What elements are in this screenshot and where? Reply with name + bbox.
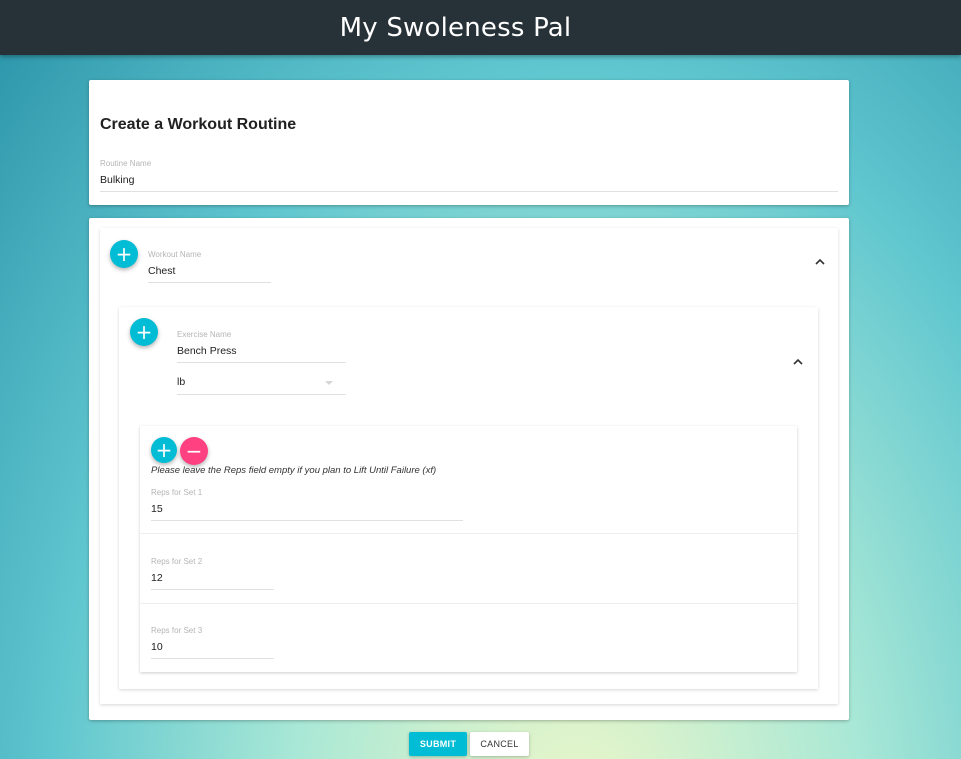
routine-name-field[interactable]: Routine Name Bulking [100, 159, 838, 192]
reps-set-1-field[interactable]: Reps for Set 1 15 [151, 488, 463, 521]
workout-name-label: Workout Name [148, 250, 202, 259]
workouts-card: + Workout Name Chest + Exercise Name Ben… [89, 218, 849, 720]
dropdown-caret-icon [325, 381, 333, 385]
reps-set-3-field[interactable]: Reps for Set 3 10 [151, 626, 274, 659]
reps-input[interactable]: 10 [151, 641, 274, 659]
plus-icon: + [115, 242, 133, 266]
exercise-name-label: Exercise Name [177, 330, 232, 339]
exercise-name-field[interactable]: Exercise Name Bench Press [177, 330, 346, 363]
reps-input[interactable]: 12 [151, 572, 274, 590]
set-row: Reps for Set 2 12 [140, 534, 797, 604]
routine-name-input[interactable]: Bulking [100, 174, 838, 192]
cancel-button[interactable]: CANCEL [470, 732, 529, 756]
exercise-panel: + Exercise Name Bench Press lb + − Pleas… [119, 307, 818, 689]
add-exercise-button[interactable]: + [110, 240, 138, 268]
page-title: Create a Workout Routine [100, 116, 297, 133]
routine-name-label: Routine Name [100, 159, 152, 168]
app-title: My Swoleness Pal [339, 12, 572, 43]
add-set-group-button[interactable]: + [130, 318, 158, 346]
chevron-up-icon[interactable] [791, 355, 805, 369]
workout-panel: + Workout Name Chest + Exercise Name Ben… [100, 228, 838, 704]
exercise-name-input[interactable]: Bench Press [177, 345, 346, 363]
set-row: Reps for Set 1 15 [140, 426, 797, 534]
submit-button[interactable]: SUBMIT [409, 732, 467, 756]
chevron-up-icon[interactable] [813, 255, 827, 269]
workout-name-field[interactable]: Workout Name Chest [148, 250, 271, 283]
unit-select[interactable]: lb [177, 376, 346, 395]
routine-card: Create a Workout Routine Routine Name Bu… [89, 80, 849, 205]
app-bar: My Swoleness Pal [0, 0, 961, 55]
workout-name-input[interactable]: Chest [148, 265, 271, 283]
reps-input[interactable]: 15 [151, 503, 463, 521]
unit-select-value: lb [177, 376, 186, 388]
sets-panel: + − Please leave the Reps field empty if… [140, 426, 797, 672]
reps-label: Reps for Set 1 [151, 488, 203, 497]
set-row: Reps for Set 3 10 [140, 604, 797, 672]
reps-set-2-field[interactable]: Reps for Set 2 12 [151, 557, 274, 590]
reps-label: Reps for Set 3 [151, 626, 203, 635]
reps-label: Reps for Set 2 [151, 557, 203, 566]
plus-icon: + [135, 320, 153, 344]
